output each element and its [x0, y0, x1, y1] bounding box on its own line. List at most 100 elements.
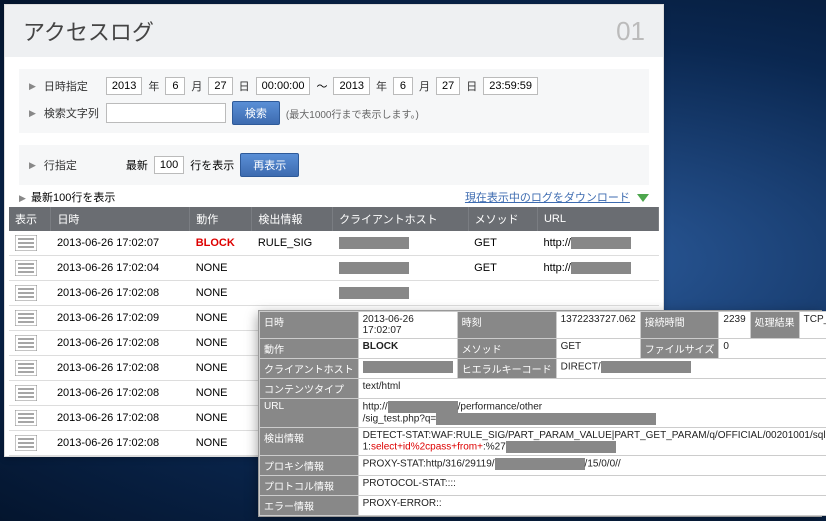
- view-button[interactable]: [9, 306, 51, 331]
- view-button[interactable]: [9, 431, 51, 456]
- triangle-icon: ▶: [29, 108, 36, 119]
- cell-action: NONE: [190, 431, 252, 456]
- cell-datetime: 2013-06-26 17:02:08: [51, 406, 190, 431]
- k-datetime: 日時: [260, 312, 359, 339]
- cell-rule: [252, 281, 333, 306]
- page-title: アクセスログ: [23, 15, 154, 47]
- cell-rule: [252, 256, 333, 281]
- view-button[interactable]: [9, 356, 51, 381]
- date-filter-box: ▶ 日時指定 2013年 6月 27日 00:00:00 ～ 2013年 6月 …: [19, 69, 649, 133]
- k-hier: ヒエラルキーコード: [457, 359, 556, 379]
- col-method: メソッド: [468, 207, 537, 231]
- detail-popup: 日時 2013-06-26 17:02:07 時刻 1372233727.062…: [258, 310, 822, 517]
- cell-action: NONE: [190, 256, 252, 281]
- cell-rule: RULE_SIG: [252, 231, 333, 256]
- v-ctype: text/html: [358, 379, 826, 399]
- page-number: 01: [616, 16, 645, 47]
- cell-url: http://: [537, 231, 658, 256]
- cell-method: [468, 281, 537, 306]
- view-button[interactable]: [9, 281, 51, 306]
- cell-action: NONE: [190, 281, 252, 306]
- view-button[interactable]: [9, 331, 51, 356]
- col-url: URL: [537, 207, 658, 231]
- cell-client: [333, 281, 469, 306]
- table-header-row: 表示 日時 動作 検出情報 クライアントホスト メソッド URL: [9, 207, 659, 231]
- cell-datetime: 2013-06-26 17:02:08: [51, 431, 190, 456]
- k-time: 時刻: [457, 312, 556, 339]
- rows-suffix: 行を表示: [190, 157, 234, 173]
- v-url: http:///performance/other /sig_test.php?…: [358, 399, 826, 428]
- download-arrow-icon[interactable]: [637, 194, 649, 202]
- k-size: ファイルサイズ: [640, 339, 719, 359]
- rows-filter-box: ▶ 行指定 最新 100 行を表示 再表示: [19, 145, 649, 185]
- k-url: URL: [260, 399, 359, 428]
- view-button[interactable]: [9, 406, 51, 431]
- cell-client: [333, 256, 469, 281]
- date-label: 日時指定: [44, 78, 100, 94]
- year2-input[interactable]: 2013: [333, 77, 369, 95]
- day1-input[interactable]: 27: [208, 77, 232, 95]
- rows-input[interactable]: 100: [154, 156, 184, 174]
- cell-datetime: 2013-06-26 17:02:08: [51, 281, 190, 306]
- time1-input[interactable]: 00:00:00: [256, 77, 311, 95]
- month1-input[interactable]: 6: [165, 77, 185, 95]
- v-datetime: 2013-06-26 17:02:07: [358, 312, 457, 339]
- view-button[interactable]: [9, 256, 51, 281]
- cell-datetime: 2013-06-26 17:02:07: [51, 231, 190, 256]
- hint-text: 最新100行を表示: [31, 192, 115, 204]
- v-client: [358, 359, 457, 379]
- v-proto: PROTOCOL-STAT::::: [358, 476, 826, 496]
- col-detect: 検出情報: [252, 207, 333, 231]
- k-action: 動作: [260, 339, 359, 359]
- table-row: 2013-06-26 17:02:07BLOCKRULE_SIG GEThttp:…: [9, 231, 659, 256]
- col-client: クライアントホスト: [333, 207, 469, 231]
- redisplay-button[interactable]: 再表示: [240, 153, 299, 177]
- k-ctype: コンテンツタイプ: [260, 379, 359, 399]
- k-conn: 接続時間: [640, 312, 719, 339]
- year1-input[interactable]: 2013: [106, 77, 142, 95]
- table-hint-row: ▶ 最新100行を表示 現在表示中のログをダウンロード: [5, 185, 663, 207]
- k-err: エラー情報: [260, 496, 359, 516]
- col-action: 動作: [190, 207, 252, 231]
- k-proxy: プロキシ情報: [260, 456, 359, 476]
- k-method: メソッド: [457, 339, 556, 359]
- col-view: 表示: [9, 207, 51, 231]
- rows-prefix: 最新: [126, 157, 148, 173]
- cell-action: NONE: [190, 331, 252, 356]
- v-action: BLOCK: [358, 339, 457, 359]
- col-datetime: 日時: [51, 207, 190, 231]
- k-detect: 検出情報: [260, 428, 359, 456]
- cell-url: http://: [537, 256, 658, 281]
- cell-action: NONE: [190, 356, 252, 381]
- v-time: 1372233727.062: [556, 312, 640, 339]
- table-row: 2013-06-26 17:02:08NONE: [9, 281, 659, 306]
- cell-method: GET: [468, 231, 537, 256]
- view-button[interactable]: [9, 231, 51, 256]
- search-button[interactable]: 検索: [232, 101, 280, 125]
- cell-action: NONE: [190, 306, 252, 331]
- day2-input[interactable]: 27: [436, 77, 460, 95]
- download-link[interactable]: 現在表示中のログをダウンロード: [465, 192, 630, 204]
- triangle-icon: ▶: [19, 193, 26, 203]
- v-detect: DETECT-STAT:WAF:RULE_SIG/PART_PARAM_VALU…: [358, 428, 826, 456]
- view-button[interactable]: [9, 381, 51, 406]
- v-size: 0: [719, 339, 826, 359]
- k-client: クライアントホスト: [260, 359, 359, 379]
- time2-input[interactable]: 23:59:59: [483, 77, 538, 95]
- panel-header: アクセスログ 01: [5, 5, 663, 57]
- cell-action: NONE: [190, 381, 252, 406]
- cell-datetime: 2013-06-26 17:02:08: [51, 381, 190, 406]
- search-input[interactable]: [106, 103, 226, 123]
- cell-url: [537, 281, 658, 306]
- month2-input[interactable]: 6: [393, 77, 413, 95]
- v-err: PROXY-ERROR::: [358, 496, 826, 516]
- range-sep: ～: [316, 78, 327, 94]
- cell-datetime: 2013-06-26 17:02:08: [51, 356, 190, 381]
- cell-action: BLOCK: [190, 231, 252, 256]
- cell-datetime: 2013-06-26 17:02:08: [51, 331, 190, 356]
- rows-label: 行指定: [44, 157, 100, 173]
- cell-datetime: 2013-06-26 17:02:04: [51, 256, 190, 281]
- table-row: 2013-06-26 17:02:04NONEGEThttp://: [9, 256, 659, 281]
- cell-datetime: 2013-06-26 17:02:09: [51, 306, 190, 331]
- k-result: 処理結果: [750, 312, 799, 339]
